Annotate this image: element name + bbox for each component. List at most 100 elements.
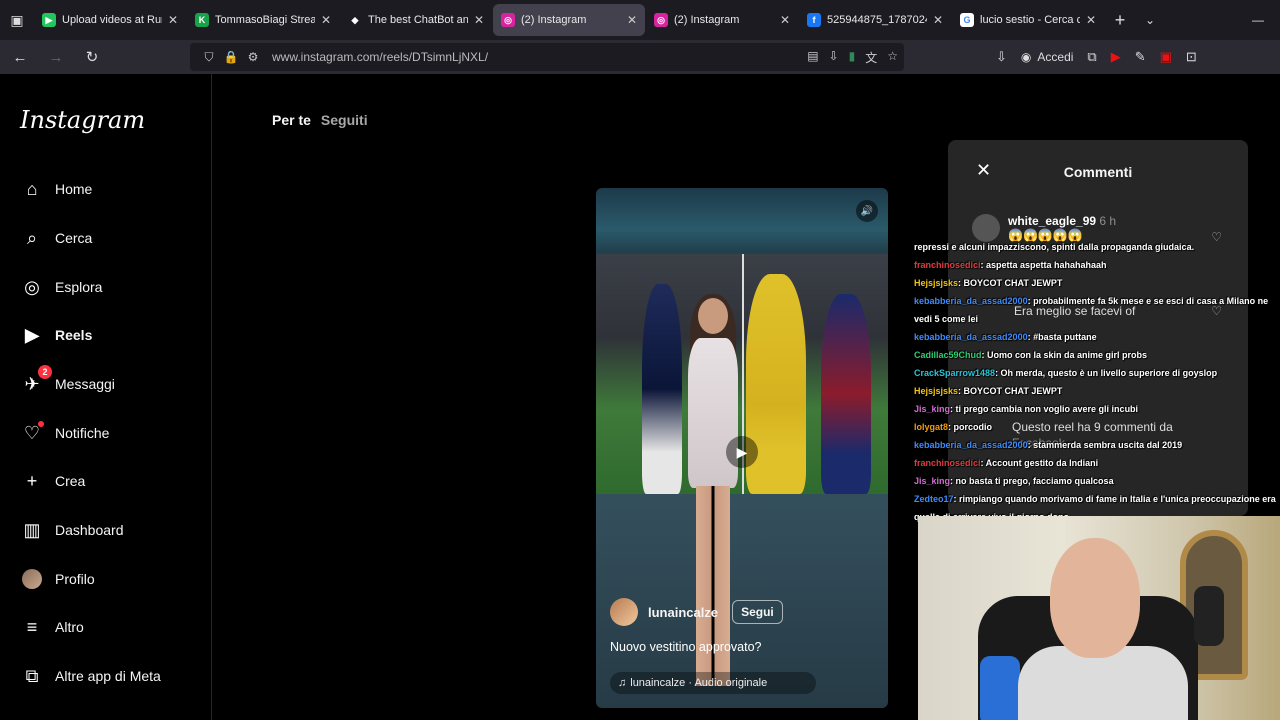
chat-message: franchinosedici: Account gestito da Indi… bbox=[914, 454, 1280, 472]
chat-text: : #basta puttane bbox=[1027, 332, 1097, 342]
chat-message: repressi e alcuni impazziscono, spinti d… bbox=[914, 238, 1280, 256]
player-figure bbox=[821, 294, 871, 494]
chat-message: lolygat8: porcodio bbox=[914, 418, 1280, 436]
messenger-icon: ✈ 2 bbox=[20, 365, 52, 396]
url-bar[interactable]: ⛉ 🔒 ⚙ www.instagram.com/reels/DTsimnLjNX… bbox=[190, 43, 904, 71]
chat-text: : Account gestito da Indiani bbox=[980, 458, 1099, 468]
url-text[interactable]: www.instagram.com/reels/DTsimnLjNXL/ bbox=[272, 50, 488, 64]
back-icon[interactable]: ← bbox=[4, 41, 36, 73]
extension-icon[interactable]: ✎ bbox=[1135, 49, 1146, 65]
sidebar-item-esplora[interactable]: ◎ Esplora bbox=[20, 272, 102, 302]
browser-tab[interactable]: f 525944875_17870241 ✕ bbox=[799, 4, 951, 36]
sidebar-item-cerca[interactable]: ⌕ Cerca bbox=[20, 223, 92, 253]
chat-text: : ti prego cambia non voglio avere gli i… bbox=[950, 404, 1139, 414]
home-icon: ⌂ bbox=[26, 178, 38, 199]
chat-username: Jis_king bbox=[914, 476, 951, 486]
reader-view-icon[interactable]: ▤ bbox=[807, 49, 818, 66]
chevron-down-icon[interactable]: ⌄ bbox=[1135, 13, 1165, 27]
webcam-overlay bbox=[918, 516, 1280, 720]
tab-close-icon[interactable]: ✕ bbox=[933, 13, 943, 27]
tab-title: lucio sestio - Cerca co bbox=[980, 14, 1080, 26]
sidebar-item-label: Cerca bbox=[55, 230, 93, 246]
chat-text: : stammerda sembra uscita dal 2019 bbox=[1027, 440, 1183, 450]
sidebar-item-altre-app-di-meta[interactable]: ⧉ Altre app di Meta bbox=[20, 661, 161, 691]
chat-username: franchinosedici bbox=[914, 260, 981, 270]
tab-close-icon[interactable]: ✕ bbox=[627, 13, 637, 27]
tab-favicon-icon: ◆ bbox=[348, 13, 362, 27]
chat-username: Hejsjsjsks bbox=[914, 278, 959, 288]
tab-for-you[interactable]: Per te bbox=[272, 112, 311, 128]
chat-username: kebabberia_da_assad2000 bbox=[914, 296, 1028, 306]
shield-icon[interactable]: ⛉ bbox=[198, 50, 220, 65]
tab-title: (2) Instagram bbox=[521, 14, 587, 26]
lock-icon[interactable]: 🔒 bbox=[220, 50, 242, 64]
youtube-extension-icon[interactable]: ▶ bbox=[1111, 49, 1121, 65]
heart-icon: ♡ bbox=[20, 421, 44, 445]
feed-tabs: Per te Seguiti bbox=[272, 112, 368, 128]
chat-text: : Uomo con la skin da anime girl probs bbox=[981, 350, 1148, 360]
sidebar-item-notifiche[interactable]: ♡ Notifiche bbox=[20, 418, 109, 448]
sidebar-item-altro[interactable]: ≡ Altro bbox=[20, 612, 84, 642]
reel-audio[interactable]: ♫ lunaincalze · Audio originale bbox=[610, 672, 816, 694]
bookmark-star-icon[interactable]: ☆ bbox=[887, 49, 898, 66]
minimize-icon[interactable]: — bbox=[1236, 13, 1280, 27]
new-tab-icon[interactable]: + bbox=[1105, 10, 1135, 31]
extensions-icon[interactable]: ⧉ bbox=[1087, 49, 1096, 65]
sidebar-item-reels[interactable]: ▶ Reels bbox=[20, 320, 92, 350]
sidebar-item-dashboard[interactable]: ▥ Dashboard bbox=[20, 515, 123, 545]
avatar[interactable] bbox=[610, 598, 638, 626]
flag-italy-icon[interactable]: ▮ bbox=[849, 49, 856, 66]
chat-text: : porcodio bbox=[948, 422, 993, 432]
downloads-icon[interactable]: ⇩ bbox=[996, 49, 1007, 65]
tab-close-icon[interactable]: ✕ bbox=[780, 13, 790, 27]
browser-tab[interactable]: ◎ (2) Instagram ✕ bbox=[493, 4, 645, 36]
follow-button[interactable]: Segui bbox=[732, 600, 783, 624]
reel-video[interactable]: 🔊 ▶ lunaincalze Segui Nuovo vestitino ap… bbox=[596, 188, 888, 708]
sidebar-item-crea[interactable]: + Crea bbox=[20, 466, 86, 496]
tab-favicon-icon: ▶ bbox=[42, 13, 56, 27]
tab-close-icon[interactable]: ✕ bbox=[474, 13, 484, 27]
tab-favicon-icon: K bbox=[195, 13, 209, 27]
addon-icon[interactable]: ▣ bbox=[1160, 49, 1172, 65]
browser-tab[interactable]: Glucio sestio - Cerca co ✕ bbox=[952, 4, 1104, 36]
chat-text: repressi e alcuni impazziscono, spinti d… bbox=[914, 242, 1195, 252]
account-label: Accedi bbox=[1037, 50, 1074, 64]
chat-message: Hejsjsjsks: BOYCOT CHAT JEWPT bbox=[914, 274, 1280, 292]
chat-message: Jis_king: ti prego cambia non voglio ave… bbox=[914, 400, 1280, 418]
sidebar-item-home[interactable]: ⌂ Home bbox=[20, 174, 93, 204]
browser-nav-bar: ← → ↻ ⛉ 🔒 ⚙ www.instagram.com/reels/DTsi… bbox=[0, 40, 1280, 74]
chat-username: Zedteo17 bbox=[914, 494, 954, 504]
tab-close-icon[interactable]: ✕ bbox=[1086, 13, 1096, 27]
translate-icon[interactable]: 文 bbox=[865, 49, 877, 66]
tab-favicon-icon: ◎ bbox=[501, 13, 515, 27]
tab-close-icon[interactable]: ✕ bbox=[321, 13, 331, 27]
volume-icon[interactable]: 🔊 bbox=[856, 200, 878, 222]
browser-tab[interactable]: K TommasoBiagi Stream ✕ bbox=[187, 4, 339, 36]
sidebar-item-label: Messaggi bbox=[55, 376, 115, 392]
sidebar-item-label: Notifiche bbox=[55, 425, 110, 441]
play-icon[interactable]: ▶ bbox=[726, 436, 758, 468]
browser-tab[interactable]: ▶ Upload videos at Rum ✕ bbox=[34, 4, 186, 36]
permissions-icon[interactable]: ⚙ bbox=[242, 50, 264, 64]
sidebar-item-profilo[interactable]: Profilo bbox=[20, 564, 95, 594]
tab-close-icon[interactable]: ✕ bbox=[168, 13, 178, 27]
sidebar-item-messaggi[interactable]: ✈ 2 Messaggi bbox=[20, 365, 115, 399]
avatar bbox=[22, 569, 42, 589]
forward-icon[interactable]: → bbox=[40, 41, 72, 73]
reel-username[interactable]: lunaincalze bbox=[648, 605, 718, 620]
crop-icon[interactable]: ⊡ bbox=[1186, 49, 1197, 65]
chat-username: CrackSparrow1488 bbox=[914, 368, 996, 378]
tab-list-icon[interactable]: ▣ bbox=[0, 0, 34, 40]
tab-following[interactable]: Seguiti bbox=[321, 112, 368, 128]
chat-message: Jis_king: no basta ti prego, facciamo qu… bbox=[914, 472, 1280, 490]
browser-tab[interactable]: ◎ (2) Instagram ✕ bbox=[646, 4, 798, 36]
account-button[interactable]: ◉ Accedi bbox=[1021, 50, 1074, 64]
save-icon[interactable]: ⇩ bbox=[829, 49, 839, 66]
url-bar-actions: ▤ ⇩ ▮ 文 ☆ bbox=[807, 49, 898, 66]
window-controls: — bbox=[1236, 0, 1280, 40]
reload-icon[interactable]: ↻ bbox=[76, 41, 108, 73]
browser-tab[interactable]: ◆ The best ChatBot and ✕ bbox=[340, 4, 492, 36]
comment-username[interactable]: white_eagle_99 bbox=[1008, 214, 1096, 228]
chat-message: Hejsjsjsks: BOYCOT CHAT JEWPT bbox=[914, 382, 1280, 400]
instagram-logo[interactable]: Instagram bbox=[20, 106, 145, 134]
